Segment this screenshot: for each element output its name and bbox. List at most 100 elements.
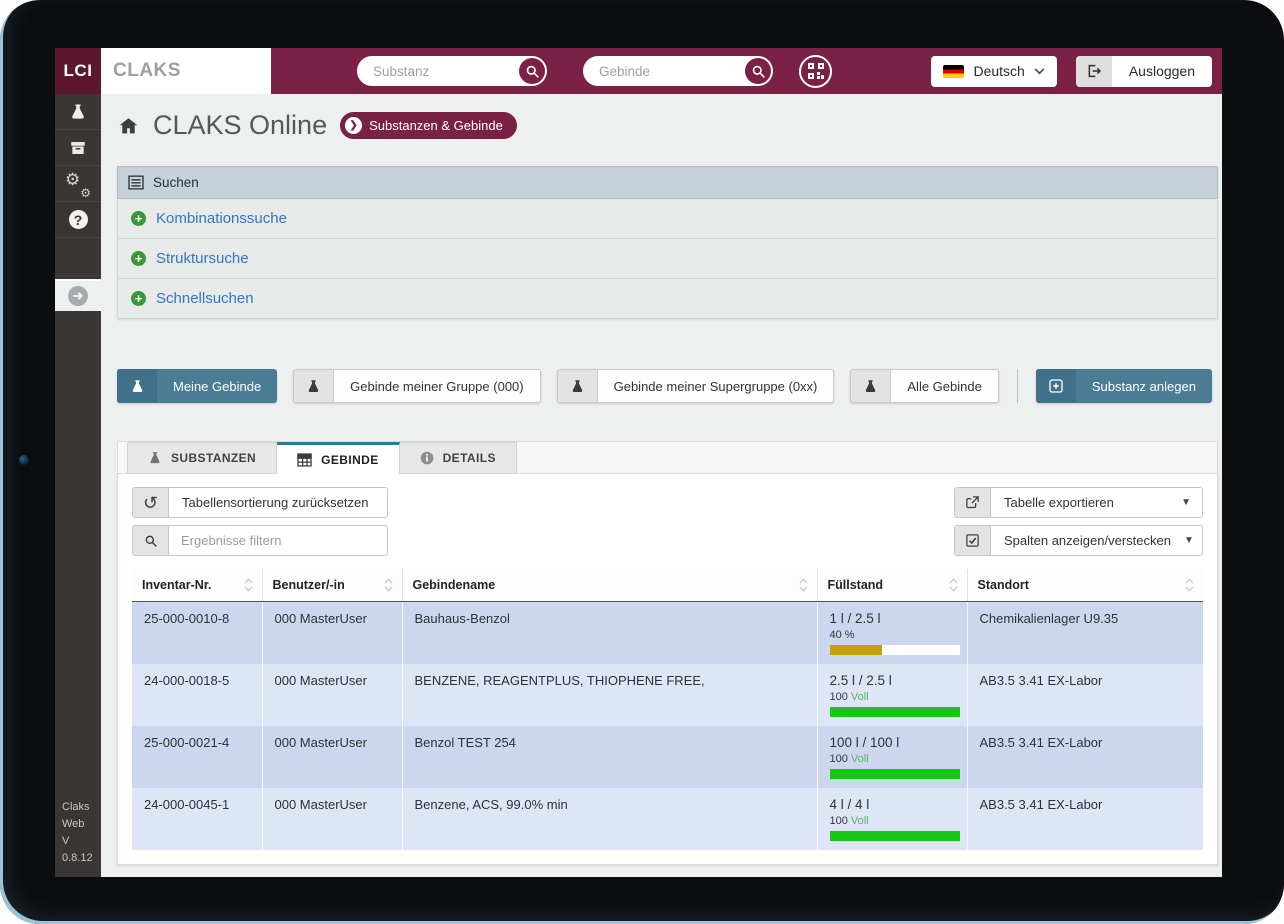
gebinde-search-button[interactable] — [745, 58, 771, 84]
tablet-camera — [19, 455, 29, 465]
tab-details[interactable]: DETAILS — [400, 442, 517, 473]
tab-gebinde[interactable]: GEBINDE — [277, 442, 399, 474]
button-label: Substanz anlegen — [1076, 369, 1212, 403]
version-line: V 0.8.12 — [62, 833, 95, 867]
claks-logo[interactable]: CLAKS — [101, 48, 271, 94]
fill-progressbar — [830, 707, 960, 717]
page-title: CLAKS Online — [153, 110, 327, 141]
cell-inventar: 24-000-0045-1 — [132, 788, 262, 850]
substanz-search-input[interactable] — [371, 63, 519, 80]
col-label: Benutzer/-in — [273, 578, 345, 592]
gebinde-search-input[interactable] — [597, 63, 745, 80]
kombinationssuche-expander[interactable]: + Kombinationssuche — [117, 199, 1218, 239]
fill-amount: 100 l / 100 l — [830, 735, 955, 750]
meine-gebinde-button[interactable]: Meine Gebinde — [117, 369, 277, 403]
gebinde-table: Inventar-Nr. Benutzer/-in — [132, 569, 1203, 850]
tab-label: SUBSTANZEN — [171, 451, 256, 465]
gebinde-search — [583, 56, 773, 86]
tab-label: DETAILS — [443, 451, 496, 465]
filter-input[interactable] — [169, 526, 344, 555]
fill-progressbar — [830, 831, 960, 841]
fill-progress-value — [830, 645, 882, 655]
screenshot-stage: LCI CLAKS — [0, 0, 1284, 924]
version-line: Claks — [62, 799, 95, 816]
struktursuche-label: Struktursuche — [156, 250, 249, 267]
substanz-search — [357, 56, 547, 86]
cell-standort: AB3.5 3.41 EX-Labor — [967, 664, 1203, 726]
kombinationssuche-label: Kombinationssuche — [156, 210, 287, 227]
sidebar-item-help[interactable]: ? — [55, 202, 101, 238]
checkbox-checked-icon — [955, 526, 991, 555]
logout-button[interactable]: Ausloggen — [1076, 56, 1212, 87]
plus-square-icon — [1036, 369, 1076, 403]
fill-progressbar — [830, 645, 960, 655]
sidebar-item-inventory[interactable] — [55, 130, 101, 166]
col-label: Inventar-Nr. — [142, 578, 211, 592]
cell-fuellstand: 4 l / 4 l 100Voll — [817, 788, 967, 850]
button-label: Gebinde meiner Gruppe (000) — [334, 370, 539, 402]
sidebar-item-settings[interactable]: ⚙⚙ — [55, 166, 101, 202]
caret-down-icon: ▼ — [1181, 488, 1202, 517]
fill-voll: Voll — [851, 691, 869, 703]
language-selector[interactable]: Deutsch — [931, 56, 1056, 87]
fill-progressbar — [830, 769, 960, 779]
alle-gebinde-button[interactable]: Alle Gebinde — [850, 369, 998, 403]
fill-percent: 40 % — [830, 629, 855, 641]
cell-gebindename: Benzol TEST 254 — [402, 726, 817, 788]
col-header-benutzer[interactable]: Benutzer/-in — [262, 569, 402, 602]
search-panel-title: Suchen — [153, 175, 199, 190]
tab-substanzen[interactable]: SUBSTANZEN — [127, 442, 277, 473]
tablet-bezel: LCI CLAKS — [0, 0, 1284, 924]
search-panel: Suchen + Kombinationssuche + Struktursuc… — [117, 166, 1218, 319]
gruppe-gebinde-button[interactable]: Gebinde meiner Gruppe (000) — [293, 369, 540, 403]
flask-icon — [117, 369, 157, 403]
schnellsuchen-expander[interactable]: + Schnellsuchen — [117, 279, 1218, 319]
table-toolbar: ↺ Tabellensortierung zurücksetzen — [132, 487, 1203, 556]
cell-standort: AB3.5 3.41 EX-Labor — [967, 788, 1203, 850]
button-label: Meine Gebinde — [157, 369, 277, 403]
struktursuche-expander[interactable]: + Struktursuche — [117, 239, 1218, 279]
sort-icon — [799, 578, 808, 593]
sidebar-expand-button[interactable]: ➜ — [55, 279, 101, 311]
cell-gebindename: BENZENE, REAGENTPLUS, THIOPHENE FREE, — [402, 664, 817, 726]
qr-scan-button[interactable] — [799, 55, 832, 88]
cell-fuellstand: 2.5 l / 2.5 l 100Voll — [817, 664, 967, 726]
badge-label: Substanzen & Gebinde — [369, 118, 503, 133]
col-header-fuellstand[interactable]: Füllstand — [817, 569, 967, 602]
col-header-gebindename[interactable]: Gebindename — [402, 569, 817, 602]
cell-inventar: 25-000-0010-8 — [132, 602, 262, 665]
supergruppe-gebinde-button[interactable]: Gebinde meiner Supergruppe (0xx) — [557, 369, 835, 403]
table-grid-icon — [297, 453, 312, 467]
gears-icon: ⚙⚙ — [67, 174, 89, 194]
col-header-inventar[interactable]: Inventar-Nr. — [132, 569, 262, 602]
home-icon[interactable] — [117, 115, 140, 137]
results-panel: SUBSTANZEN GEBINDE — [117, 441, 1218, 865]
col-header-standort[interactable]: Standort — [967, 569, 1203, 602]
table-row[interactable]: 25-000-0010-8 000 MasterUser Bauhaus-Ben… — [132, 602, 1203, 665]
reset-sort-button[interactable]: ↺ Tabellensortierung zurücksetzen — [132, 487, 388, 518]
button-label: Alle Gebinde — [891, 370, 997, 402]
substanz-search-button[interactable] — [519, 58, 545, 84]
export-table-dropdown[interactable]: Tabelle exportieren ▼ — [954, 487, 1203, 518]
substanz-anlegen-button[interactable]: Substanz anlegen — [1036, 369, 1212, 403]
cell-inventar: 24-000-0018-5 — [132, 664, 262, 726]
plus-circle-icon: + — [131, 251, 146, 266]
table-row[interactable]: 24-000-0018-5 000 MasterUser BENZENE, RE… — [132, 664, 1203, 726]
table-row[interactable]: 25-000-0021-4 000 MasterUser Benzol TEST… — [132, 726, 1203, 788]
context-badge[interactable]: ❯ Substanzen & Gebinde — [340, 112, 517, 139]
arrow-right-circle-icon: ➜ — [68, 286, 88, 306]
page-header: CLAKS Online ❯ Substanzen & Gebinde — [117, 110, 1218, 141]
sidebar-item-substances[interactable] — [55, 94, 101, 130]
language-label: Deutsch — [973, 63, 1024, 79]
table-header-row: Inventar-Nr. Benutzer/-in — [132, 569, 1203, 602]
flask-icon — [148, 451, 162, 465]
cell-fuellstand: 1 l / 2.5 l 40 % — [817, 602, 967, 665]
button-label: Spalten anzeigen/verstecken — [991, 526, 1184, 555]
sort-icon — [949, 578, 958, 593]
app-screen: LCI CLAKS — [55, 48, 1222, 877]
reset-icon: ↺ — [133, 488, 169, 517]
flask-icon — [294, 370, 334, 402]
show-hide-columns-dropdown[interactable]: Spalten anzeigen/verstecken ▼ — [954, 525, 1203, 556]
table-row[interactable]: 24-000-0045-1 000 MasterUser Benzene, AC… — [132, 788, 1203, 850]
lci-logo[interactable]: LCI — [55, 48, 101, 94]
